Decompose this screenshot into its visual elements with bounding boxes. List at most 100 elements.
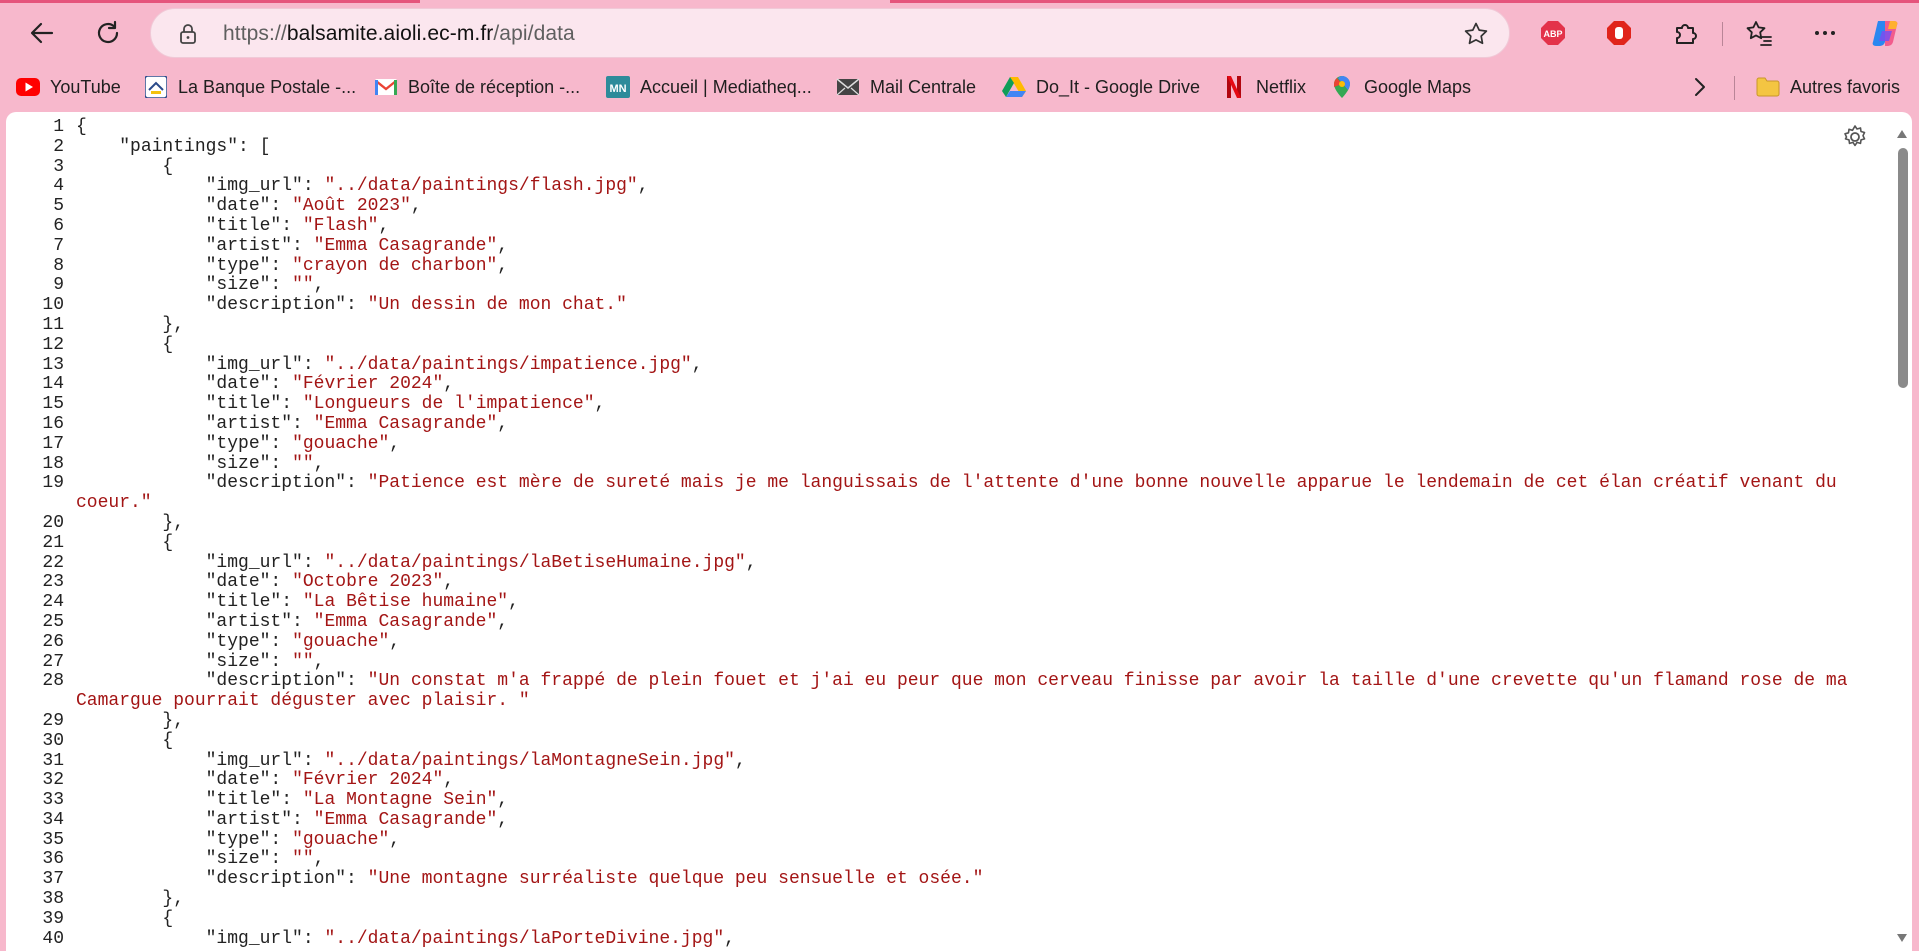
code-line: "size": "", [205, 275, 325, 296]
url-scheme: https:// [223, 22, 287, 45]
line-number: 15 [42, 394, 64, 415]
line-number: 29 [42, 710, 64, 731]
copilot-button[interactable] [1866, 13, 1906, 53]
line-number: 3 [53, 156, 64, 177]
line-number: 14 [42, 374, 64, 395]
scrollbar-thumb[interactable] [1898, 148, 1908, 388]
favorite-star-icon[interactable] [1463, 21, 1489, 52]
code-line: "img_url": "../data/paintings/flash.jpg"… [205, 176, 649, 197]
code-line: "title": "Flash", [205, 215, 390, 236]
google-maps-icon [1330, 75, 1354, 99]
scroll-down-arrow[interactable] [1896, 930, 1908, 948]
bookmark-mediatheque[interactable]: MN Accueil | Mediatheq... [606, 70, 812, 104]
code-line: "img_url": "../data/paintings/impatience… [205, 354, 703, 375]
adblock-plus-extension[interactable]: ABP [1533, 13, 1573, 53]
browser-toolbar: https://balsamite.aioli.ec-m.fr/api/data… [0, 0, 1919, 66]
more-dots-icon [1815, 31, 1835, 35]
bookmark-label: Autres favoris [1790, 76, 1901, 97]
line-number: 16 [42, 413, 64, 434]
folder-icon [1756, 75, 1780, 99]
toolbar-separator [1722, 22, 1723, 46]
bookmark-youtube[interactable]: YouTube [16, 70, 121, 104]
line-number: 19 [42, 473, 64, 494]
favorites-button[interactable] [1739, 13, 1779, 53]
line-number: 27 [42, 651, 64, 672]
line-number: 38 [42, 889, 64, 910]
line-number: 24 [42, 592, 64, 613]
code-line: "description": "Une montagne surréaliste… [205, 869, 984, 890]
bookmarks-bar: YouTube La Banque Postale -... Boîte de … [0, 66, 1919, 110]
code-line: "type": "crayon de charbon", [205, 255, 509, 276]
line-number: 10 [42, 295, 64, 316]
bookmark-netflix[interactable]: Netflix [1222, 70, 1306, 104]
url-path: /api/data [493, 22, 575, 45]
netflix-icon [1222, 75, 1246, 99]
bookmark-label: La Banque Postale -... [178, 76, 357, 97]
line-number: 36 [42, 849, 64, 870]
code-line: { [76, 117, 87, 137]
line-number: 21 [42, 532, 64, 553]
line-number: 35 [42, 829, 64, 850]
code-line: { [76, 334, 174, 355]
code-line: }, [76, 512, 185, 533]
back-arrow-icon [30, 22, 54, 44]
bookmark-label: Accueil | Mediatheq... [640, 76, 812, 97]
line-number: 34 [42, 809, 64, 830]
bookmark-label: Google Maps [1364, 76, 1472, 97]
code-line: "artist": "Emma Casagrande", [205, 235, 509, 256]
gmail-icon [374, 75, 398, 99]
bookmark-gmail[interactable]: Boîte de réception -... [374, 70, 580, 104]
code-line: "artist": "Emma Casagrande", [205, 413, 509, 434]
line-number: 6 [53, 215, 64, 236]
extensions-button[interactable] [1665, 13, 1705, 53]
bookmark-google-drive[interactable]: Do_It - Google Drive [1002, 70, 1200, 104]
svg-text:MN: MN [609, 83, 626, 95]
code-line: "description": "Patience est mère de sur… [76, 473, 1848, 514]
chevron-right-icon [1688, 75, 1712, 99]
gear-icon [1844, 125, 1866, 147]
bookmark-label: Mail Centrale [870, 76, 977, 97]
youtube-icon [16, 75, 40, 99]
scroll-up-arrow[interactable] [1896, 126, 1908, 144]
code-line: "description": "Un constat m'a frappé de… [76, 671, 1859, 712]
address-bar[interactable]: https://balsamite.aioli.ec-m.fr/api/data [150, 8, 1510, 58]
reload-button[interactable] [88, 13, 128, 53]
code-line: { [76, 156, 174, 177]
line-number: 39 [42, 908, 64, 929]
back-button[interactable] [22, 13, 62, 53]
url-text[interactable]: https://balsamite.aioli.ec-m.fr/api/data [223, 22, 575, 46]
adblock-plus-icon: ABP [1541, 21, 1565, 45]
favorites-list-icon [1746, 21, 1772, 46]
json-viewer[interactable]: 1 2 3 4 5 6 7 8 9 10 11 12 13 14 15 16 17 18 19 20 21 22 23 24 2… [6, 112, 1912, 951]
bookmark-banque-postale[interactable]: La Banque Postale -... [144, 70, 356, 104]
json-source[interactable]: { "paintings": [ { "img_url": "../data/p… [76, 117, 1859, 949]
code-line: "size": "", [205, 453, 325, 474]
code-line: "date": "Février 2024", [205, 374, 455, 395]
code-line: "date": "Février 2024", [205, 770, 455, 791]
code-line: { [76, 908, 174, 929]
line-number: 2 [53, 136, 64, 157]
line-number: 30 [42, 730, 64, 751]
line-number: 18 [42, 453, 64, 474]
line-number: 25 [42, 611, 64, 632]
viewer-settings-button[interactable] [1842, 124, 1868, 155]
bookmark-google-maps[interactable]: Google Maps [1330, 70, 1471, 104]
adblock-extension[interactable] [1599, 13, 1639, 53]
line-number: 22 [42, 552, 64, 573]
copilot-icon [1872, 21, 1898, 46]
bookmark-label: Do_It - Google Drive [1036, 76, 1201, 97]
bookmark-autres-favoris[interactable]: Autres favoris [1756, 70, 1900, 104]
bookmarks-overflow-button[interactable] [1688, 70, 1722, 104]
more-menu-button[interactable] [1805, 13, 1845, 53]
bookmark-mail-centrale[interactable]: Mail Centrale [836, 70, 976, 104]
line-number: 4 [53, 176, 64, 197]
line-number: 13 [42, 354, 64, 375]
code-line: "paintings": [ [119, 136, 271, 157]
google-drive-icon [1002, 75, 1026, 99]
code-line: "description": "Un dessin de mon chat." [205, 295, 627, 316]
line-number: 17 [42, 433, 64, 454]
line-number: 32 [42, 770, 64, 791]
adblock-hand-icon [1607, 21, 1631, 45]
lock-icon [177, 23, 199, 50]
bookmark-label: YouTube [50, 76, 121, 97]
